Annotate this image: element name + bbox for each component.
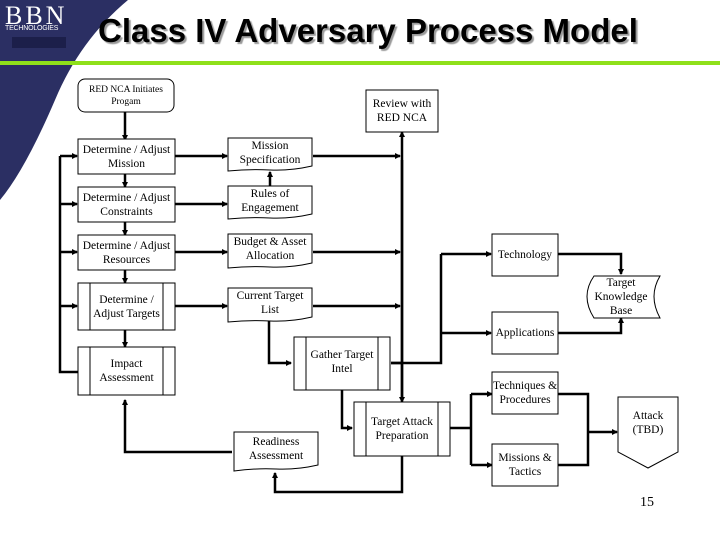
node-mission-spec: Mission Specification <box>239 140 301 166</box>
edge-readiness-impact <box>122 399 232 454</box>
slide: BBN TECHNOLOGIES Class IV Adversary Proc… <box>0 0 720 540</box>
page-number: 15 <box>640 495 654 510</box>
node-gather: Gather Target Intel <box>310 349 374 375</box>
node-missions-tactics: Missions & Tactics <box>498 452 552 478</box>
node-constraints: Determine / Adjust Constraints <box>82 191 171 218</box>
node-roe: Rules of Engagement <box>241 188 299 214</box>
edge-techniques-merge <box>558 392 590 467</box>
edge-list-gather <box>267 320 292 366</box>
logo-bar <box>12 37 66 48</box>
edge-gather-prep <box>340 390 353 431</box>
node-target-list: Current Target List <box>236 290 304 316</box>
node-review: Review with RED NCA <box>372 98 432 124</box>
node-mission: Determine / Adjust Mission <box>82 143 171 170</box>
node-start: RED NCA Initiates Progam <box>89 85 163 107</box>
title-underline <box>0 61 720 65</box>
node-resources: Determine / Adjust Resources <box>82 239 171 266</box>
node-tkb: Target Knowledge Base <box>594 277 648 317</box>
edge-applications-tkb <box>558 317 624 335</box>
node-readiness: Readiness Assessment <box>248 436 304 462</box>
node-targets: Determine / Adjust Targets <box>93 293 160 320</box>
node-techniques: Techniques & Procedures <box>492 380 558 406</box>
edge-impact-feedback <box>58 156 78 374</box>
edge-technology-tkb <box>558 252 624 275</box>
edge-gather-branch <box>391 254 443 365</box>
page-title: Class IV Adversary Process Model <box>98 12 638 49</box>
node-technology: Technology <box>497 249 553 261</box>
node-impact: Impact Assessment <box>99 358 154 384</box>
node-attack: Attack (TBD) <box>632 410 664 436</box>
node-budget: Budget & Asset Allocation <box>233 236 307 262</box>
node-applications: Applications <box>495 327 555 339</box>
node-prep: Target Attack Preparation <box>371 416 433 442</box>
logo-subtitle: TECHNOLOGIES <box>5 25 59 32</box>
